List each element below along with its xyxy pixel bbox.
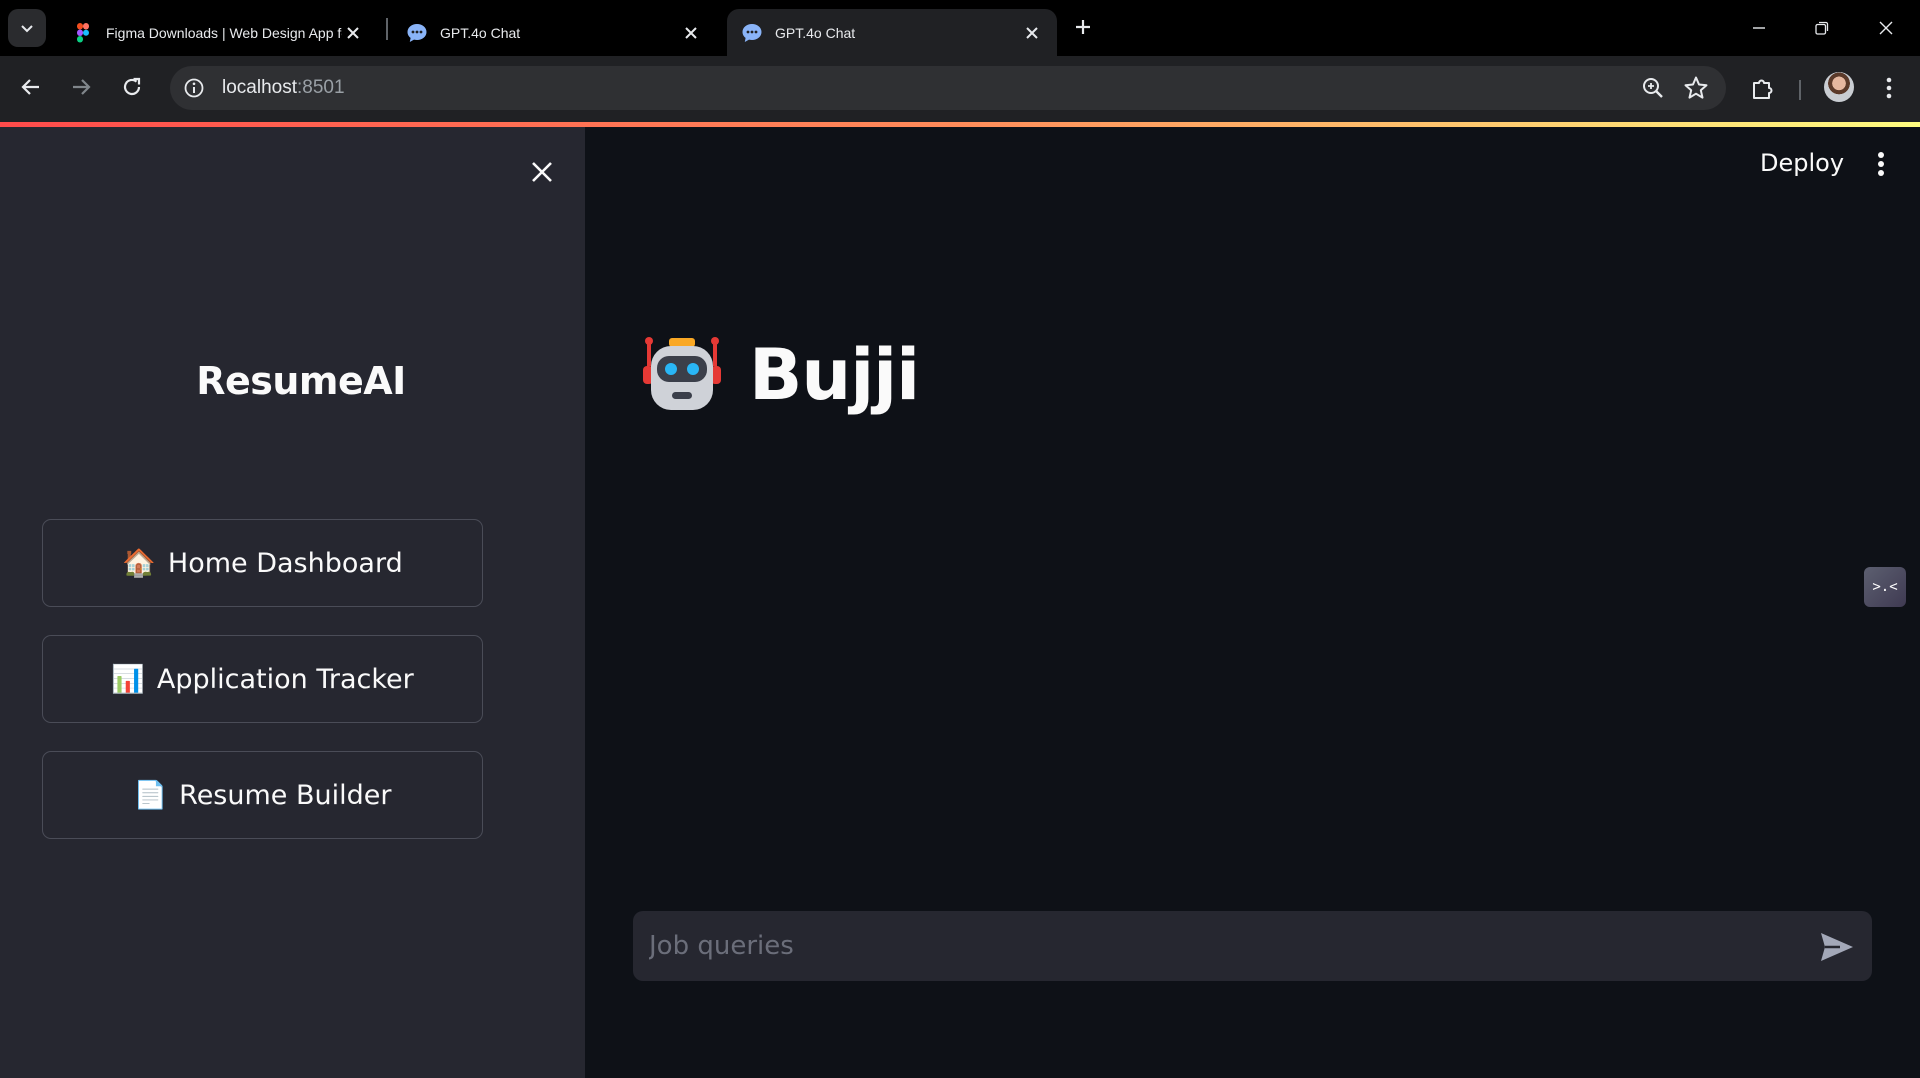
sidebar: ResumeAI 🏠 Home Dashboard 📊 Application … (0, 127, 585, 1078)
back-button[interactable] (11, 67, 51, 107)
tab-title: Figma Downloads | Web Design App for D (106, 24, 342, 41)
nav-application-tracker-button[interactable]: 📊 Application Tracker (42, 635, 483, 723)
widget-face-label: >.< (1872, 579, 1898, 595)
zoom-button[interactable] (1640, 75, 1666, 101)
arrow-left-icon (21, 79, 39, 95)
close-icon (1879, 21, 1893, 35)
plus-icon (1076, 20, 1090, 34)
sidebar-title: ResumeAI (196, 359, 406, 403)
address-bar[interactable]: localhost:8501 (170, 66, 1726, 110)
page-title-text: Bujji (749, 334, 920, 416)
new-tab-button[interactable] (1068, 12, 1098, 42)
assistant-widget-button[interactable]: >.< (1864, 567, 1906, 607)
tab-gpt-chat-1[interactable]: GPT.4o Chat (392, 9, 716, 56)
nav-home-dashboard-button[interactable]: 🏠 Home Dashboard (42, 519, 483, 607)
collapse-sidebar-button[interactable] (520, 150, 564, 194)
reload-button[interactable] (112, 67, 152, 107)
browser-toolbar: localhost:8501 (0, 56, 1920, 122)
chat-input-container (633, 911, 1872, 981)
chat-input[interactable] (649, 911, 1789, 981)
zoom-icon (1643, 78, 1663, 98)
tab-search-button[interactable] (8, 9, 46, 47)
close-icon (685, 26, 697, 39)
restore-icon (1815, 21, 1829, 35)
arrow-right-icon (73, 79, 91, 95)
toolbar-divider (1799, 80, 1801, 100)
chat-bubble-icon (407, 23, 427, 42)
figma-icon (77, 22, 89, 42)
minimize-button[interactable] (1728, 0, 1790, 56)
tab-figma[interactable]: Figma Downloads | Web Design App for D (58, 9, 378, 56)
document-icon: 📄 (133, 780, 168, 811)
reload-icon (123, 77, 141, 96)
nav-button-label: Resume Builder (179, 779, 392, 811)
app-menu-button[interactable] (1869, 149, 1893, 179)
info-icon (184, 78, 204, 98)
browser-tab-bar: Figma Downloads | Web Design App for D G… (0, 0, 1920, 56)
url-text: localhost:8501 (222, 77, 345, 99)
restore-button[interactable] (1791, 0, 1853, 56)
chat-bubble-icon (742, 23, 762, 42)
more-vertical-icon (1886, 77, 1892, 99)
bookmark-button[interactable] (1682, 74, 1710, 102)
send-icon (1821, 933, 1853, 961)
star-icon (1684, 76, 1708, 99)
nav-button-label: Home Dashboard (167, 547, 403, 579)
tab-divider (386, 18, 388, 40)
nav-resume-builder-button[interactable]: 📄 Resume Builder (42, 751, 483, 839)
house-icon: 🏠 (122, 548, 156, 579)
extensions-button[interactable] (1744, 69, 1782, 107)
close-tab-button[interactable] (1021, 22, 1043, 44)
more-vertical-icon (1878, 152, 1884, 176)
close-window-button[interactable] (1855, 0, 1917, 56)
nav-button-label: Application Tracker (156, 663, 414, 695)
close-tab-button[interactable] (680, 22, 702, 44)
deploy-button[interactable]: Deploy (1760, 149, 1844, 177)
page-title: Bujji (643, 330, 920, 420)
send-button[interactable] (1818, 928, 1856, 966)
main-content: Deploy Bujji >.< (585, 127, 1920, 1078)
close-tab-button[interactable] (342, 22, 364, 44)
close-icon (347, 26, 359, 39)
close-icon (1026, 26, 1038, 39)
tab-gpt-chat-active[interactable]: GPT.4o Chat (727, 9, 1057, 56)
url-port: :8501 (297, 77, 345, 98)
close-icon (532, 162, 552, 182)
tab-title: GPT.4o Chat (775, 24, 856, 41)
bar-chart-icon: 📊 (111, 664, 145, 695)
browser-menu-button[interactable] (1870, 69, 1908, 107)
url-host: localhost (222, 77, 297, 98)
chevron-down-icon (21, 25, 33, 33)
site-info-button[interactable] (180, 74, 208, 102)
puzzle-icon (1753, 79, 1773, 99)
tab-title: GPT.4o Chat (440, 24, 521, 41)
robot-icon (643, 337, 721, 410)
minimize-icon (1753, 27, 1765, 29)
profile-avatar[interactable] (1824, 72, 1854, 102)
forward-button[interactable] (61, 67, 101, 107)
